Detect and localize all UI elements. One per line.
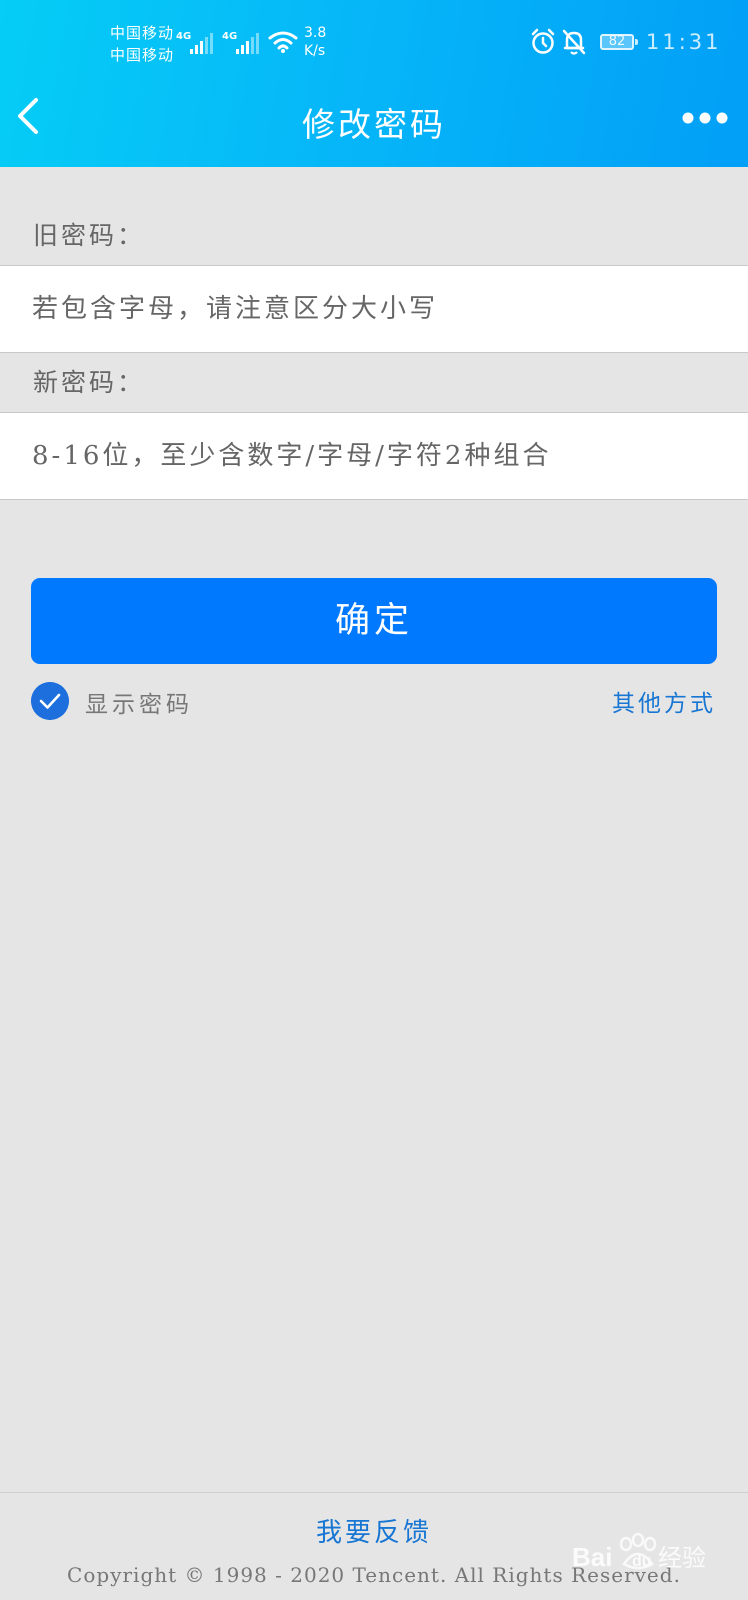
bell-off-icon — [562, 29, 586, 55]
checkbox-checked-icon[interactable] — [31, 682, 69, 720]
more-dots-icon[interactable] — [682, 108, 728, 128]
alarm-icon — [531, 28, 555, 54]
wifi-icon — [268, 31, 298, 53]
new-password-label: 新密码： — [33, 368, 146, 397]
clock: 11:31 — [646, 30, 722, 54]
svg-text:经验: 经验 — [658, 1544, 706, 1572]
status-bar: 中国移动 中国移动 4G 4G 3.8 K/s 82 11:31 — [0, 0, 748, 82]
network-type-1: 4G — [176, 31, 192, 42]
speed-value: 3.8 — [304, 25, 327, 41]
nav-bar: 修改密码 — [0, 82, 748, 167]
network-speed: 3.8 K/s — [304, 24, 326, 60]
carrier-1: 中国移动 — [110, 24, 175, 42]
page-title: 修改密码 — [302, 105, 446, 144]
other-methods-link[interactable]: 其他方式 — [612, 684, 716, 718]
confirm-button[interactable]: 确定 — [31, 578, 717, 664]
speed-unit: K/s — [304, 43, 326, 59]
app-header: 中国移动 中国移动 4G 4G 3.8 K/s 82 11:31 修改密码 — [0, 0, 748, 167]
old-password-label: 旧密码： — [33, 221, 146, 250]
svg-text:du: du — [632, 1553, 652, 1570]
old-password-input[interactable] — [32, 266, 722, 352]
show-password-label: 显示密码 — [85, 692, 193, 718]
new-password-input[interactable] — [32, 413, 722, 499]
network-type-2: 4G — [222, 31, 238, 42]
baidu-watermark-logo: Bai du 经验 — [572, 1532, 706, 1572]
battery-level: 82 — [608, 34, 626, 49]
old-password-row — [0, 265, 748, 353]
signal-icon: 4G — [176, 28, 216, 54]
footer-divider — [0, 1492, 748, 1493]
carrier-2: 中国移动 — [110, 46, 175, 64]
new-password-row — [0, 412, 748, 500]
signal-icon-2: 4G — [222, 28, 262, 54]
svg-text:Bai: Bai — [572, 1542, 612, 1572]
carrier-info: 中国移动 中国移动 — [110, 22, 174, 66]
battery-icon: 82 — [600, 34, 638, 50]
